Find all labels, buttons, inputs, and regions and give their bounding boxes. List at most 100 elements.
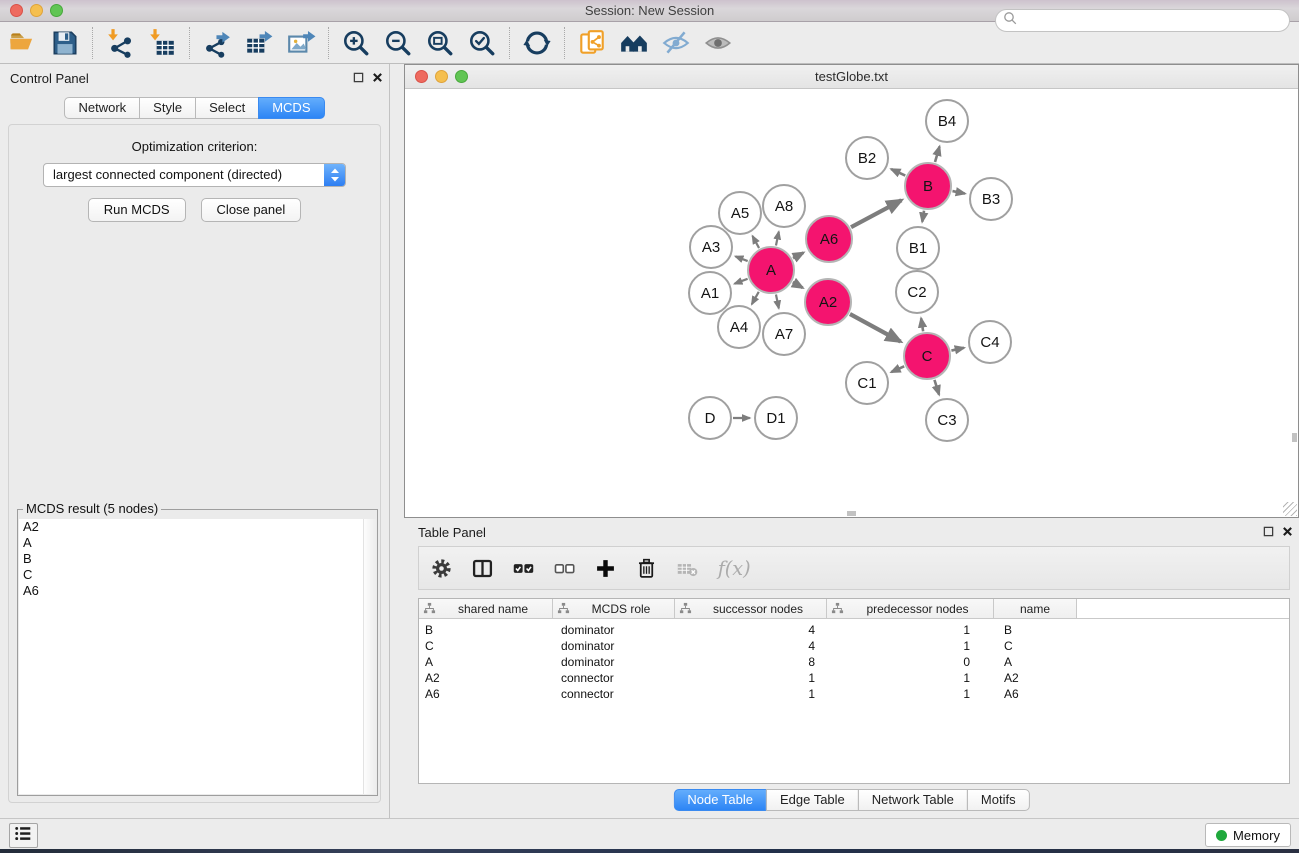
hide-selected-button[interactable]: [655, 25, 697, 61]
edge-C-C3[interactable]: [934, 380, 939, 395]
node-A[interactable]: A: [748, 247, 794, 293]
zoom-out-button[interactable]: [377, 25, 419, 61]
network-canvas[interactable]: B4B2BB3A8A5A6A3B1AC2A1A2A4A7C4CC1DD1C3: [405, 89, 1298, 517]
edge-A-A1[interactable]: [735, 279, 748, 284]
edge-B-B4[interactable]: [935, 147, 940, 162]
table-row[interactable]: Adominator80A: [419, 654, 1289, 670]
node-D[interactable]: D: [689, 397, 731, 439]
network-maximize-icon[interactable]: [455, 70, 468, 83]
close-panel-button[interactable]: Close panel: [201, 198, 302, 222]
task-history-button[interactable]: [9, 823, 38, 848]
edge-A-A3[interactable]: [735, 256, 747, 261]
tab-node-table[interactable]: Node Table: [673, 789, 767, 811]
node-B3[interactable]: B3: [970, 178, 1012, 220]
node-A5[interactable]: A5: [719, 192, 761, 234]
network-minimize-icon[interactable]: [435, 70, 448, 83]
column-header-successor-nodes[interactable]: successor nodes: [675, 599, 827, 618]
import-network-button[interactable]: [99, 25, 141, 61]
resize-grip-icon[interactable]: [1283, 502, 1297, 516]
close-window-icon[interactable]: [10, 4, 23, 17]
deselect-all-button[interactable]: [550, 553, 578, 583]
edge-B-B2[interactable]: [891, 169, 905, 175]
select-all-button[interactable]: [509, 553, 537, 583]
column-header-name[interactable]: name: [994, 599, 1077, 618]
column-header-predecessor-nodes[interactable]: predecessor nodes: [827, 599, 994, 618]
table-row[interactable]: Cdominator41C: [419, 638, 1289, 654]
toggle-columns-button[interactable]: [468, 553, 496, 583]
edge-A6-B[interactable]: [851, 200, 901, 227]
search-box[interactable]: [995, 9, 1290, 32]
network-from-selection-button[interactable]: [571, 25, 613, 61]
tab-mcds[interactable]: MCDS: [258, 97, 324, 119]
result-item[interactable]: A6: [19, 583, 376, 599]
edge-B-B1[interactable]: [922, 211, 924, 222]
zoom-fit-button[interactable]: [419, 25, 461, 61]
tab-select[interactable]: Select: [195, 97, 259, 119]
export-image-button[interactable]: [280, 25, 322, 61]
export-network-button[interactable]: [196, 25, 238, 61]
table-row[interactable]: A6connector11A6: [419, 686, 1289, 702]
maximize-window-icon[interactable]: [50, 4, 63, 17]
close-panel-icon[interactable]: [372, 72, 383, 83]
edge-C-C1[interactable]: [891, 366, 904, 372]
tab-edge-table[interactable]: Edge Table: [766, 789, 859, 811]
node-A2[interactable]: A2: [805, 279, 851, 325]
edge-A-A2[interactable]: [793, 282, 803, 288]
hscroll-nub[interactable]: [847, 511, 856, 516]
memory-button[interactable]: Memory: [1205, 823, 1291, 847]
node-B[interactable]: B: [905, 163, 951, 209]
table-row[interactable]: Bdominator41B: [419, 622, 1289, 638]
tab-style[interactable]: Style: [139, 97, 196, 119]
add-entry-button[interactable]: [591, 553, 619, 583]
node-B2[interactable]: B2: [846, 137, 888, 179]
column-header-shared-name[interactable]: shared name: [419, 599, 553, 618]
node-A3[interactable]: A3: [690, 226, 732, 268]
search-input[interactable]: [1021, 12, 1289, 30]
node-A4[interactable]: A4: [718, 306, 760, 348]
save-session-button[interactable]: [44, 25, 86, 61]
edge-A-A4[interactable]: [752, 292, 759, 304]
criterion-select[interactable]: largest connected component (directed): [43, 163, 346, 187]
result-item[interactable]: A: [19, 535, 376, 551]
node-A6[interactable]: A6: [806, 216, 852, 262]
table-float-panel-icon[interactable]: [1263, 526, 1274, 537]
table-settings-button[interactable]: [427, 553, 455, 583]
select-stepper-icon[interactable]: [324, 164, 345, 186]
edge-A-A8[interactable]: [776, 232, 779, 246]
table-close-panel-icon[interactable]: [1282, 526, 1293, 537]
tab-network[interactable]: Network: [64, 97, 140, 119]
minimize-window-icon[interactable]: [30, 4, 43, 17]
float-panel-icon[interactable]: [353, 72, 364, 83]
node-C3[interactable]: C3: [926, 399, 968, 441]
show-all-button[interactable]: [697, 25, 739, 61]
network-window-titlebar[interactable]: testGlobe.txt: [405, 65, 1298, 89]
tab-network-table[interactable]: Network Table: [858, 789, 968, 811]
edge-A-A5[interactable]: [753, 236, 760, 248]
result-item[interactable]: C: [19, 567, 376, 583]
node-B4[interactable]: B4: [926, 100, 968, 142]
node-A7[interactable]: A7: [763, 313, 805, 355]
node-C[interactable]: C: [904, 333, 950, 379]
table-row[interactable]: A2connector11A2: [419, 670, 1289, 686]
edge-A-A6[interactable]: [793, 253, 803, 259]
column-header-mcds-role[interactable]: MCDS role: [553, 599, 675, 618]
import-table-button[interactable]: [141, 25, 183, 61]
edge-C-C2[interactable]: [921, 318, 923, 331]
edge-C-C4[interactable]: [951, 348, 964, 351]
result-item[interactable]: B: [19, 551, 376, 567]
tab-motifs[interactable]: Motifs: [967, 789, 1030, 811]
zoom-in-button[interactable]: [335, 25, 377, 61]
export-table-button[interactable]: [238, 25, 280, 61]
first-neighbors-button[interactable]: [613, 25, 655, 61]
open-session-button[interactable]: [2, 25, 44, 61]
node-C1[interactable]: C1: [846, 362, 888, 404]
node-A1[interactable]: A1: [689, 272, 731, 314]
node-C2[interactable]: C2: [896, 271, 938, 313]
zoom-selected-button[interactable]: [461, 25, 503, 61]
result-item[interactable]: A2: [19, 519, 376, 535]
edge-B-B3[interactable]: [952, 191, 964, 194]
refresh-layout-button[interactable]: [516, 25, 558, 61]
vscroll-nub[interactable]: [1292, 433, 1297, 442]
edge-A2-C[interactable]: [850, 314, 901, 342]
node-B1[interactable]: B1: [897, 227, 939, 269]
